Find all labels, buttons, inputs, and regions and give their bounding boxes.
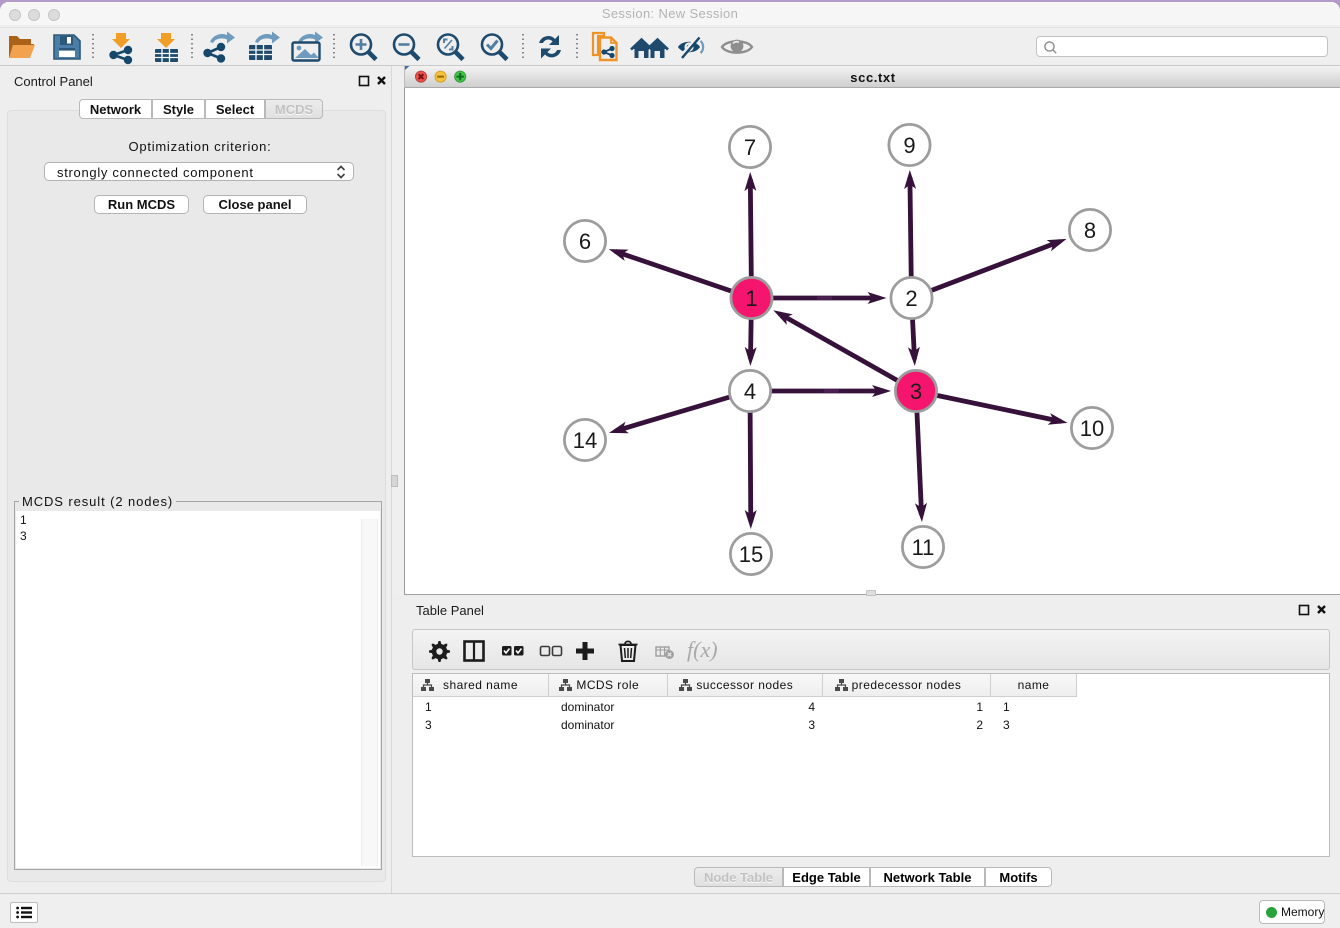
svg-text:10: 10 (1080, 416, 1104, 441)
svg-text:6: 6 (579, 229, 591, 254)
svg-text:3: 3 (910, 379, 922, 404)
svg-text:7: 7 (744, 135, 756, 160)
svg-text:14: 14 (573, 428, 597, 453)
svg-text:9: 9 (903, 133, 915, 158)
svg-text:15: 15 (739, 542, 763, 567)
svg-text:11: 11 (912, 535, 935, 560)
svg-text:4: 4 (744, 379, 756, 404)
svg-text:f(x): f(x) (687, 637, 718, 662)
svg-text:1: 1 (745, 286, 757, 311)
svg-text:2: 2 (905, 286, 917, 311)
svg-text:8: 8 (1084, 218, 1096, 243)
